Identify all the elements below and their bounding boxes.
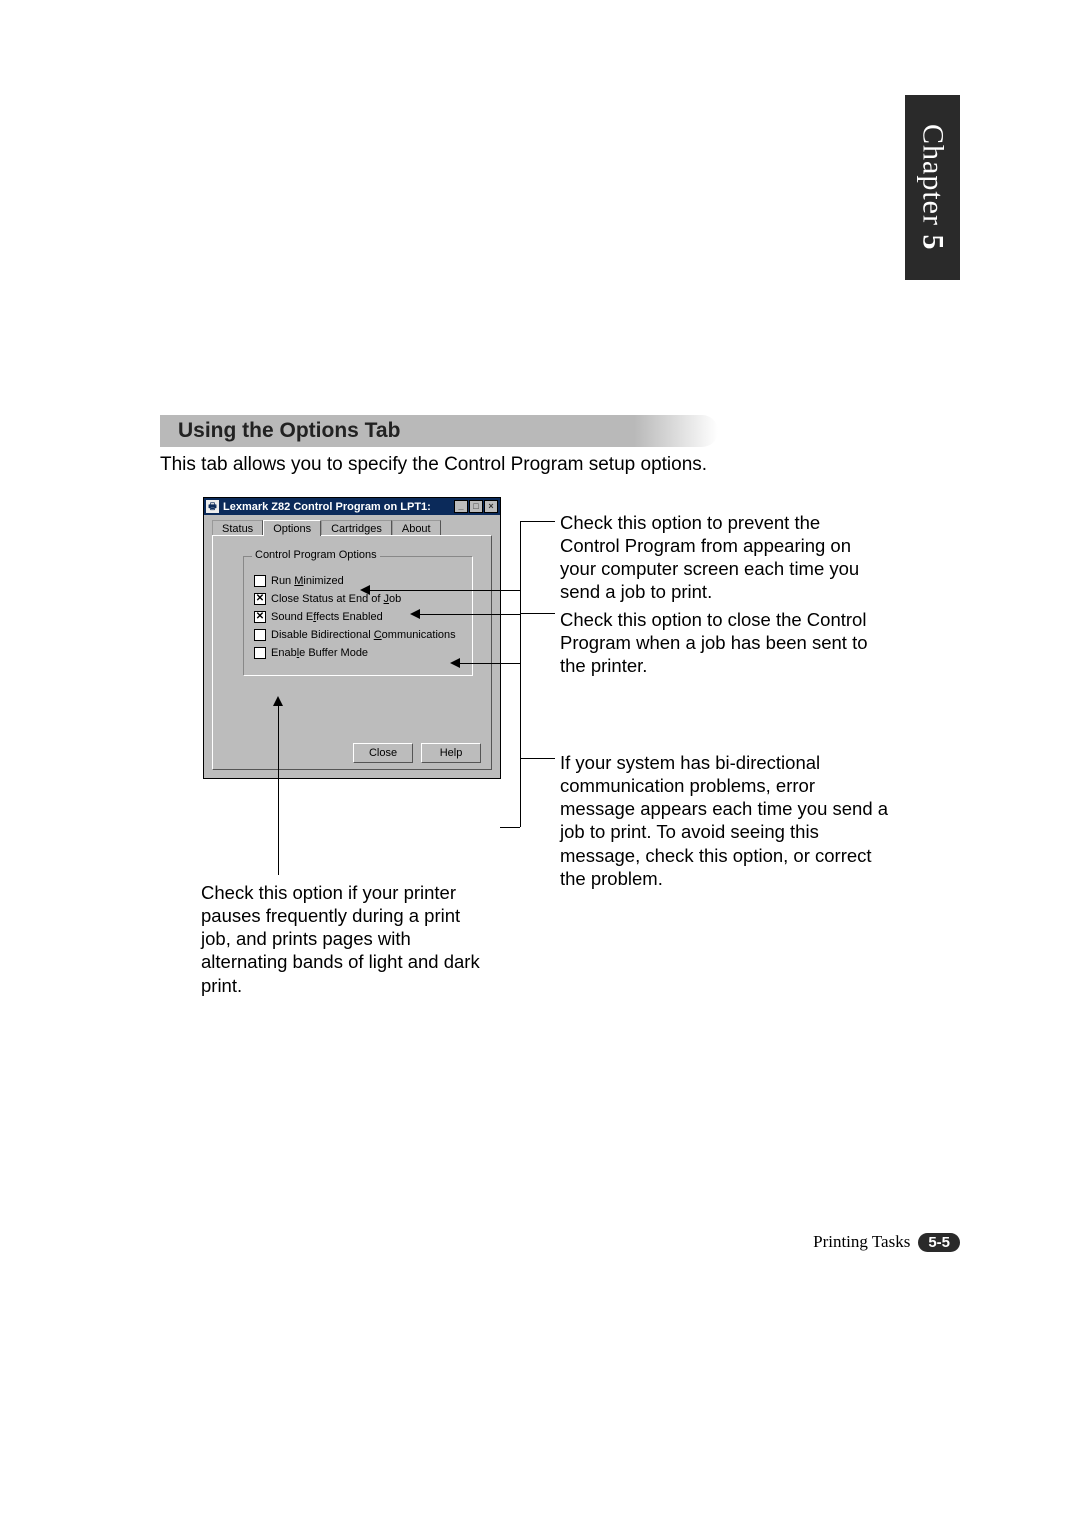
arrow-icon — [410, 609, 420, 619]
callout-close-status: Check this option to close the Control P… — [560, 608, 870, 677]
tab-options[interactable]: Options — [263, 520, 321, 536]
control-program-options-group: Control Program Options Run Minimized Cl… — [243, 556, 473, 676]
chapter-number: 5 — [917, 235, 950, 251]
connector-line — [520, 663, 521, 758]
arrow-icon — [360, 585, 370, 595]
callout-run-minimized: Check this option to prevent the Control… — [560, 511, 870, 604]
connector-line — [520, 758, 555, 759]
dialog-title: Lexmark Z82 Control Program on LPT1: — [223, 501, 454, 513]
connector-line — [520, 590, 521, 591]
sound-effects-option[interactable]: Sound Effects Enabled — [254, 611, 462, 623]
groupbox-title: Control Program Options — [252, 549, 380, 561]
connector-line — [520, 613, 555, 614]
run-minimized-option[interactable]: Run Minimized — [254, 575, 462, 587]
printer-icon: 🖶 — [206, 500, 219, 513]
help-button[interactable]: Help — [421, 743, 481, 763]
enable-buffer-mode-option[interactable]: Enable Buffer Mode — [254, 647, 462, 659]
close-status-option[interactable]: Close Status at End of Job — [254, 593, 462, 605]
footer-section: Printing Tasks — [813, 1232, 910, 1252]
tab-status[interactable]: Status — [212, 520, 263, 536]
option-label: Enable Buffer Mode — [271, 647, 368, 659]
disable-bidirectional-option[interactable]: Disable Bidirectional Communications — [254, 629, 462, 641]
option-label: Run Minimized — [271, 575, 344, 587]
option-label: Sound Effects Enabled — [271, 611, 383, 623]
section-heading-bar: Using the Options Tab — [160, 415, 718, 447]
tab-body: Control Program Options Run Minimized Cl… — [212, 535, 492, 770]
checkbox-checked-icon — [254, 593, 266, 605]
minimize-button[interactable]: _ — [454, 500, 468, 513]
tab-about[interactable]: About — [392, 520, 441, 536]
arrow-icon — [450, 658, 460, 668]
checkbox-unchecked-icon — [254, 647, 266, 659]
checkbox-unchecked-icon — [254, 629, 266, 641]
intro-text: This tab allows you to specify the Contr… — [160, 454, 707, 476]
dialog-buttons: Close Help — [353, 743, 481, 763]
callout-buffer-mode: Check this option if your printer pauses… — [201, 881, 481, 997]
tab-cartridges[interactable]: Cartridges — [321, 520, 392, 536]
page-footer: Printing Tasks 5-5 — [813, 1232, 960, 1252]
connector-line — [460, 663, 520, 664]
chapter-label: Chapter — [917, 124, 950, 226]
connector-line — [520, 521, 555, 522]
control-program-dialog: 🖶 Lexmark Z82 Control Program on LPT1: _… — [203, 497, 501, 779]
section-heading: Using the Options Tab — [178, 419, 400, 443]
close-button[interactable]: Close — [353, 743, 413, 763]
option-label: Close Status at End of Job — [271, 593, 401, 605]
checkbox-checked-icon — [254, 611, 266, 623]
connector-line — [370, 590, 520, 591]
callout-bidirectional: If your system has bi-directional commun… — [560, 751, 890, 890]
arrow-icon — [273, 696, 283, 706]
option-label: Disable Bidirectional Communications — [271, 629, 456, 641]
connector-line — [278, 705, 279, 875]
close-window-button[interactable]: × — [484, 500, 498, 513]
chapter-tab-text: Chapter 5 — [916, 124, 950, 250]
dialog-titlebar: 🖶 Lexmark Z82 Control Program on LPT1: _… — [204, 498, 500, 515]
connector-line — [420, 614, 520, 615]
maximize-button[interactable]: □ — [469, 500, 483, 513]
checkbox-unchecked-icon — [254, 575, 266, 587]
chapter-tab: Chapter 5 — [905, 95, 960, 280]
footer-page-badge: 5-5 — [918, 1233, 960, 1252]
dialog-tabstrip: Status Options Cartridges About — [204, 515, 500, 535]
connector-line — [500, 827, 520, 828]
